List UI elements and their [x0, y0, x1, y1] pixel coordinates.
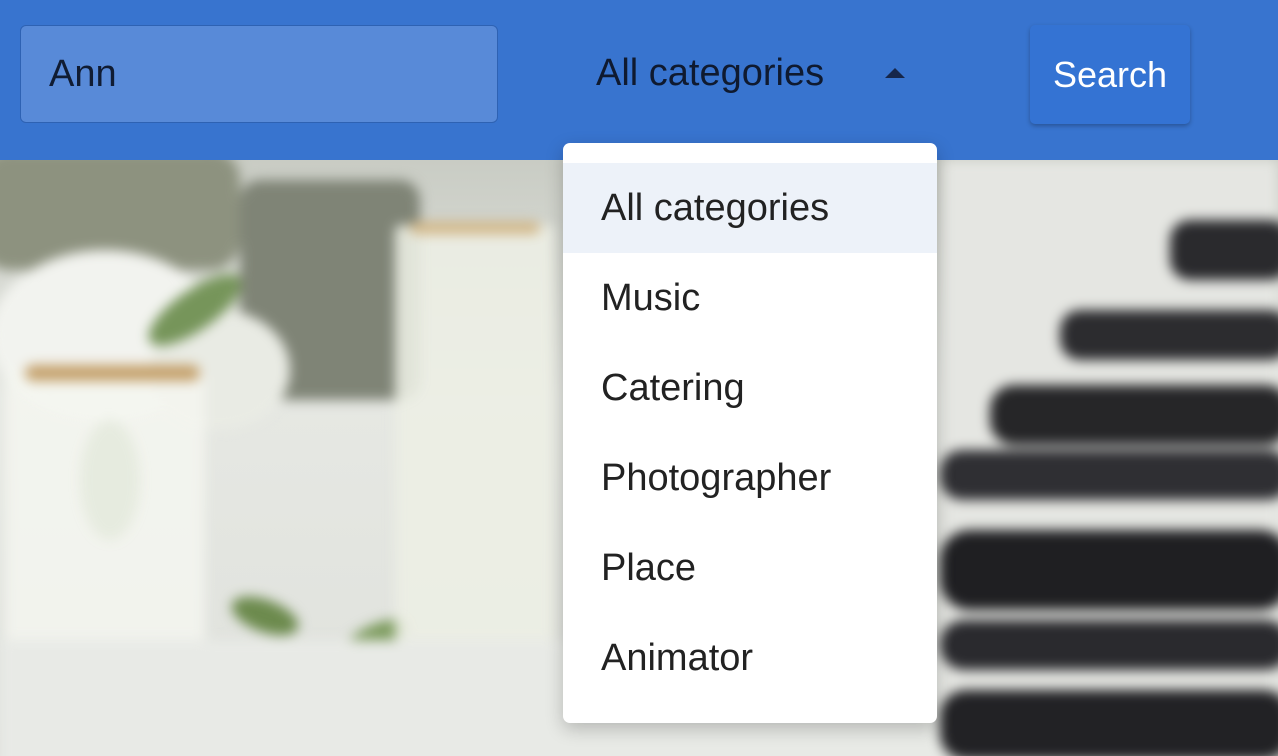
category-select-value: All categories	[596, 51, 825, 94]
caret-up-icon	[885, 68, 905, 78]
search-input[interactable]	[20, 25, 498, 123]
search-bar: All categories Search	[0, 0, 1278, 160]
search-button[interactable]: Search	[1030, 25, 1190, 124]
category-option-animator[interactable]: Animator	[563, 613, 937, 703]
category-option-catering[interactable]: Catering	[563, 343, 937, 433]
category-option-place[interactable]: Place	[563, 523, 937, 613]
page: All categories Search	[0, 0, 1278, 756]
category-option-all-categories[interactable]: All categories	[563, 163, 937, 253]
category-dropdown-menu: All categories Music Catering Photograph…	[563, 143, 937, 723]
category-option-photographer[interactable]: Photographer	[563, 433, 937, 523]
category-select[interactable]: All categories	[572, 30, 932, 116]
category-option-music[interactable]: Music	[563, 253, 937, 343]
